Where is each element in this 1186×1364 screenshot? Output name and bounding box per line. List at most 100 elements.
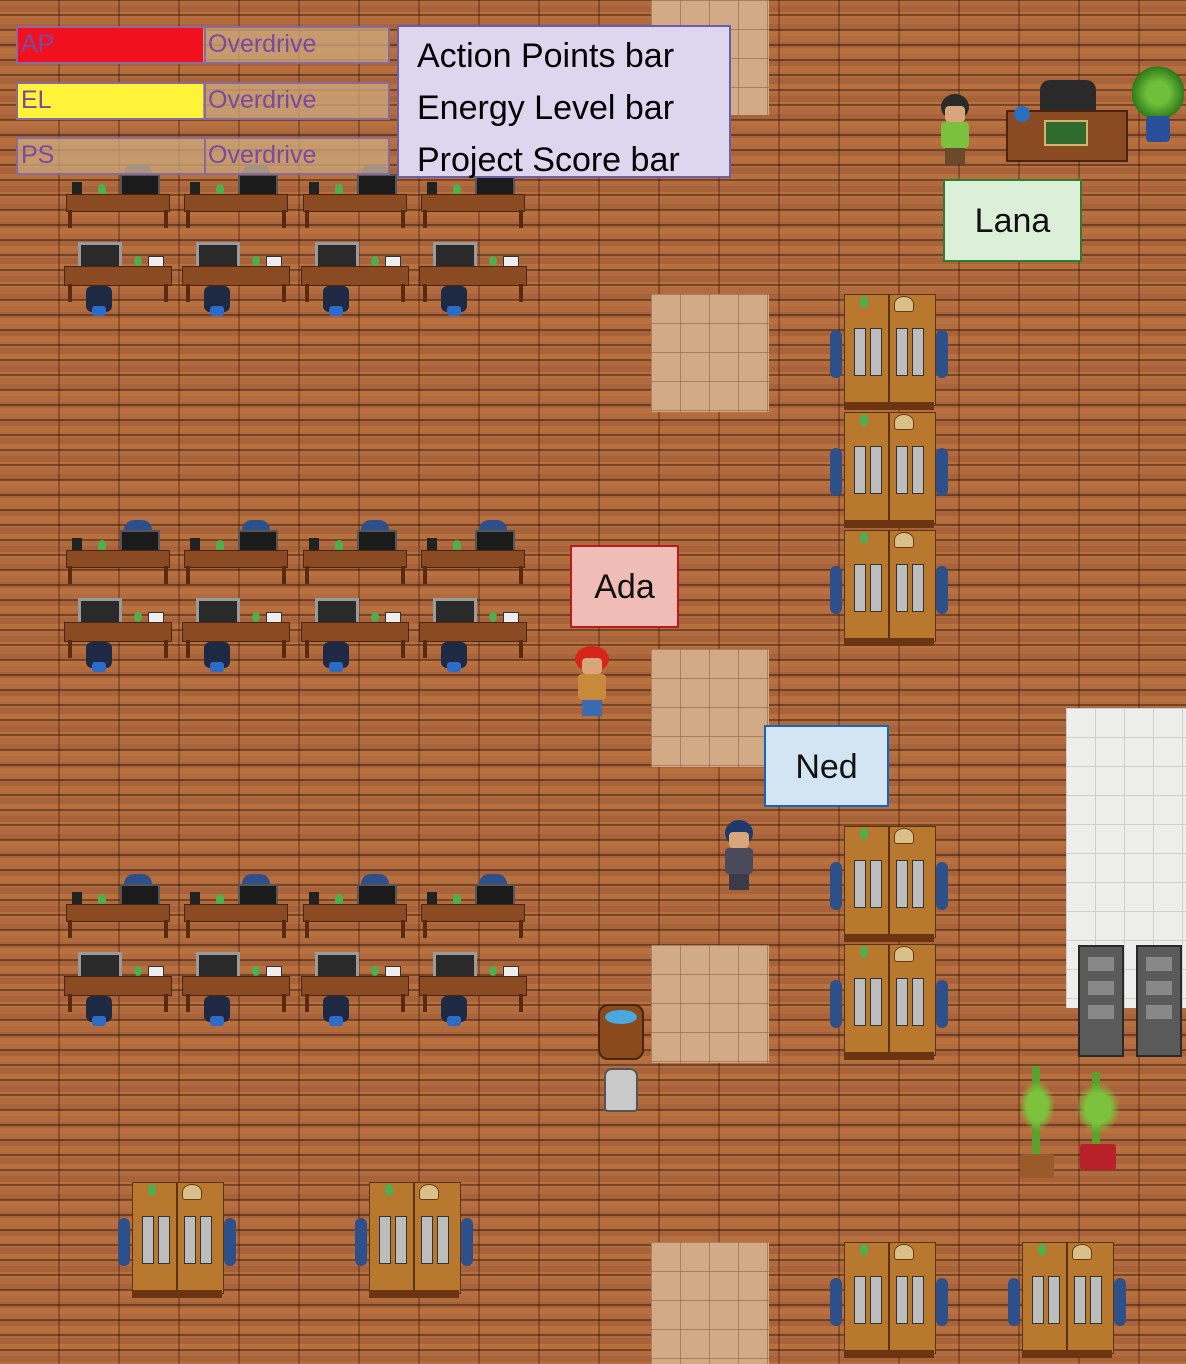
computer-desk[interactable]	[301, 598, 409, 688]
workstation-desk[interactable]	[419, 520, 527, 586]
ada-character[interactable]	[570, 646, 614, 718]
desk-leg	[401, 284, 405, 302]
office-chair	[1114, 1278, 1126, 1326]
office-chair	[830, 862, 842, 910]
workstation-desk[interactable]	[301, 520, 409, 586]
keyboard	[854, 328, 866, 376]
shared-desk[interactable]	[830, 530, 948, 648]
workstation-desk[interactable]	[182, 164, 290, 230]
computer-desk[interactable]	[301, 952, 409, 1042]
computer-desk[interactable]	[301, 242, 409, 332]
water-barrel[interactable]	[598, 1004, 644, 1060]
desk-top	[182, 622, 290, 642]
shared-desk[interactable]	[830, 412, 948, 530]
shared-desk[interactable]	[1008, 1242, 1126, 1360]
desk-top	[303, 194, 407, 212]
chair-seat	[210, 1016, 224, 1026]
potted-bamboo	[1072, 1072, 1124, 1170]
computer-desk[interactable]	[419, 952, 527, 1042]
desk-lamp	[894, 946, 914, 962]
desk-plant	[252, 256, 260, 266]
chair-seat	[210, 662, 224, 672]
workstation-desk[interactable]	[419, 874, 527, 940]
shared-desk[interactable]	[830, 294, 948, 412]
action-points-bar-overdrive-label: Overdrive	[208, 30, 317, 58]
shared-desk[interactable]	[118, 1182, 236, 1300]
desk-divider	[413, 1182, 415, 1292]
office-chair	[936, 980, 948, 1028]
keyboard	[896, 1276, 908, 1324]
workstation-desk[interactable]	[182, 874, 290, 940]
desk-leg	[164, 994, 168, 1012]
keyboard	[912, 446, 924, 494]
desk-top	[66, 194, 170, 212]
office-chair	[936, 566, 948, 614]
office-chair	[830, 448, 842, 496]
shared-desk[interactable]	[355, 1182, 473, 1300]
keyboard	[870, 860, 882, 908]
computer-desk[interactable]	[182, 242, 290, 332]
desk-leg	[423, 210, 427, 228]
filing-cabinet[interactable]	[1136, 945, 1182, 1057]
computer-desk[interactable]	[182, 952, 290, 1042]
manager-desk[interactable]	[1006, 80, 1128, 172]
walkway-tile	[651, 1242, 769, 1364]
workstation-desk[interactable]	[64, 520, 172, 586]
filing-cabinet[interactable]	[1078, 945, 1124, 1057]
computer-desk[interactable]	[64, 598, 172, 688]
keyboard	[896, 328, 908, 376]
energy-level-bar: EL Overdrive	[16, 82, 390, 120]
computer-desk[interactable]	[64, 242, 172, 332]
desk-leg	[282, 210, 286, 228]
desk-plant	[371, 612, 379, 622]
desk-plant	[371, 966, 379, 976]
desk-top	[303, 550, 407, 568]
desk-plant	[860, 1244, 868, 1256]
chair-seat	[92, 662, 106, 672]
desk-plant	[489, 612, 497, 622]
desk-leg	[164, 566, 168, 584]
keyboard	[912, 328, 924, 376]
workstation-desk[interactable]	[301, 164, 409, 230]
chair-seat	[447, 1016, 461, 1026]
keyboard	[870, 978, 882, 1026]
project-score-bar-overdrive-label: Overdrive	[208, 141, 317, 169]
ned-character[interactable]	[717, 820, 761, 892]
desk-base	[844, 1052, 934, 1060]
computer-desk[interactable]	[419, 242, 527, 332]
desk-leg	[186, 566, 190, 584]
desk-leg	[305, 920, 309, 938]
computer-desk[interactable]	[182, 598, 290, 688]
desk-leg	[282, 566, 286, 584]
desk-top	[301, 266, 409, 286]
desk-plant	[453, 894, 461, 904]
desk-leg	[186, 640, 190, 658]
computer-desk[interactable]	[64, 952, 172, 1042]
desk-leg	[186, 920, 190, 938]
desk-base	[844, 520, 934, 528]
office-chair	[936, 862, 948, 910]
keyboard	[870, 1276, 882, 1324]
desk-leg	[519, 566, 523, 584]
workstation-desk[interactable]	[64, 874, 172, 940]
computer-desk[interactable]	[419, 598, 527, 688]
workstation-desk[interactable]	[64, 164, 172, 230]
workstation-desk[interactable]	[301, 874, 409, 940]
shared-desk[interactable]	[830, 944, 948, 1062]
workstation-desk[interactable]	[182, 520, 290, 586]
desk-plant	[860, 532, 868, 544]
shared-desk[interactable]	[830, 1242, 948, 1360]
desk-leg	[68, 210, 72, 228]
lana-character[interactable]	[933, 94, 977, 166]
bar-divider	[204, 84, 206, 118]
desk-leg	[305, 994, 309, 1012]
desk-leg	[305, 210, 309, 228]
desk-leg	[186, 994, 190, 1012]
desk-plant	[385, 1184, 393, 1196]
desk-plant	[335, 540, 343, 550]
legend-energy-level: Energy Level bar	[417, 89, 675, 127]
desk-divider	[176, 1182, 178, 1292]
trash-bin[interactable]	[604, 1068, 638, 1112]
shared-desk[interactable]	[830, 826, 948, 944]
desk-lamp	[894, 414, 914, 430]
